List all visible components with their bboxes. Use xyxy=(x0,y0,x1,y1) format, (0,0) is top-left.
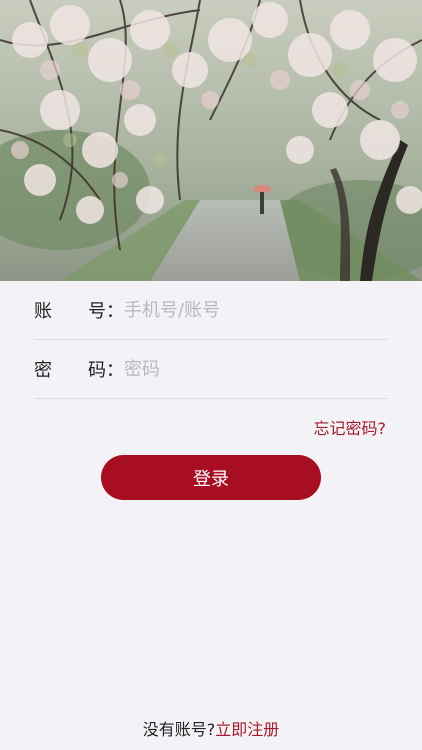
account-input[interactable] xyxy=(124,295,364,325)
login-button[interactable]: 登录 xyxy=(101,455,321,500)
account-label-char-1: 账 xyxy=(34,301,52,322)
password-row: 密 码： xyxy=(34,340,388,399)
register-prompt: 没有账号?立即注册 xyxy=(0,716,422,740)
blossom-photo-illustration xyxy=(0,0,422,281)
forgot-password-link[interactable]: 忘记密码? xyxy=(314,415,387,439)
login-form: 账 号： 密 码： xyxy=(34,281,388,399)
password-input[interactable] xyxy=(124,354,364,384)
register-prompt-text: 没有账号? xyxy=(142,720,216,739)
login-page: 账 号： 密 码： 忘记密码? 登录 没有账号?立即注册 xyxy=(0,0,422,750)
password-label-char-1: 密 xyxy=(34,360,52,381)
header-photo xyxy=(0,0,422,281)
register-link[interactable]: 立即注册 xyxy=(215,720,279,739)
account-label: 账 号： xyxy=(34,297,124,323)
password-label: 密 码： xyxy=(34,356,124,382)
password-label-char-2: 码： xyxy=(88,360,124,381)
account-row: 账 号： xyxy=(34,281,388,340)
account-label-char-2: 号： xyxy=(88,301,124,322)
